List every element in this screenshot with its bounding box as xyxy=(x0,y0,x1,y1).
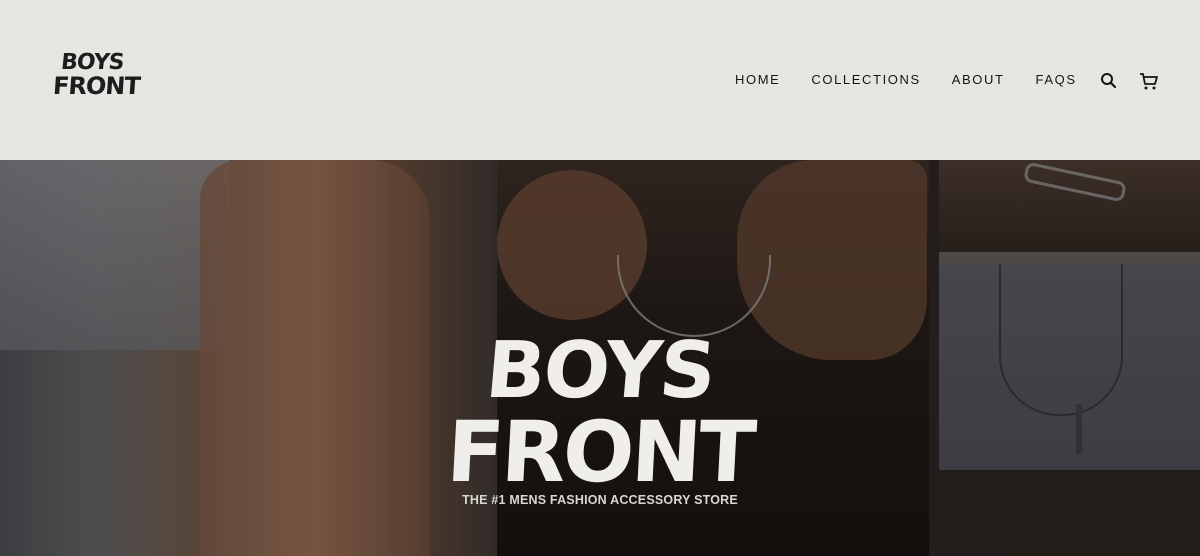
hero-banner[interactable]: BOYS FRONT THE #1 MENS FASHION ACCESSORY… xyxy=(0,160,1200,556)
search-icon[interactable] xyxy=(1098,70,1120,92)
brand-logo[interactable]: BOYS FRONT xyxy=(52,50,141,102)
hero-title-line-2: FRONT xyxy=(444,403,756,501)
nav-about[interactable]: ABOUT xyxy=(952,72,1005,87)
main-nav: HOME COLLECTIONS ABOUT FAQS xyxy=(735,72,1077,87)
hero-tagline: THE #1 MENS FASHION ACCESSORY STORE xyxy=(462,493,738,507)
hero-title-line-1: BOYS xyxy=(482,326,718,416)
nav-collections[interactable]: COLLECTIONS xyxy=(811,72,920,87)
site-header: BOYS FRONT HOME COLLECTIONS ABOUT FAQS xyxy=(0,0,1200,160)
logo-line-2: FRONT xyxy=(52,72,141,100)
nav-home[interactable]: HOME xyxy=(735,72,780,87)
cart-icon[interactable] xyxy=(1138,70,1160,92)
nav-faqs[interactable]: FAQS xyxy=(1036,72,1077,87)
